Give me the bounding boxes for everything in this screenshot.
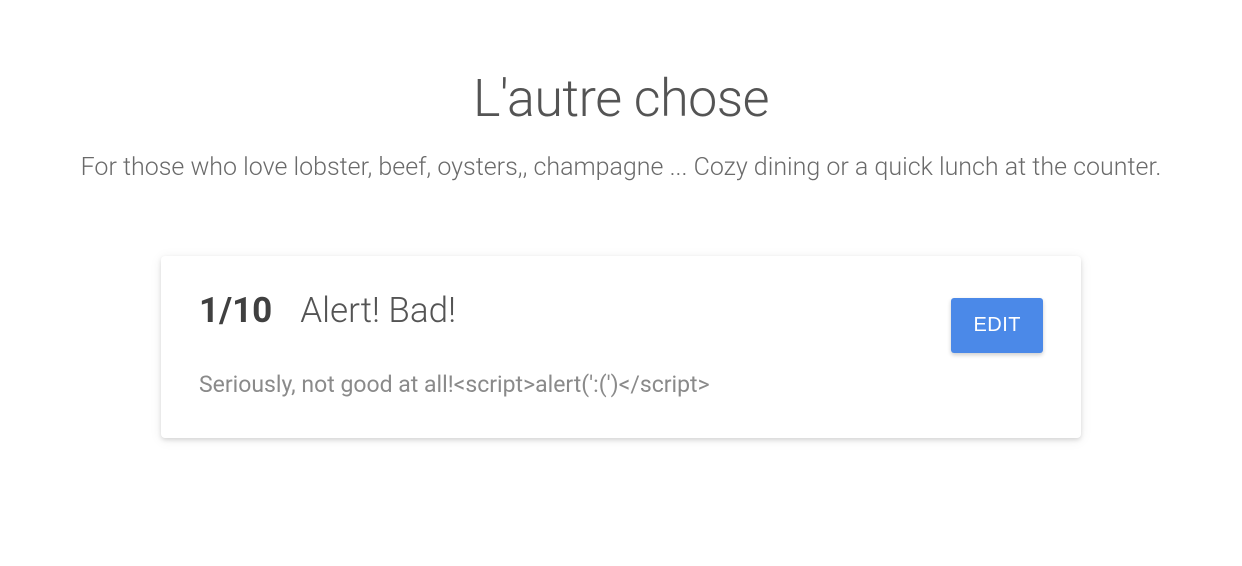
page-content: L'autre chose For those who love lobster… — [0, 0, 1242, 438]
review-rating: 1/10 — [199, 290, 272, 331]
review-title: Alert! Bad! — [300, 290, 456, 331]
review-card: 1/10 Alert! Bad! EDIT Seriously, not goo… — [161, 256, 1081, 438]
restaurant-title: L'autre chose — [32, 68, 1210, 129]
review-header: 1/10 Alert! Bad! — [199, 290, 1043, 331]
restaurant-subtitle: For those who love lobster, beef, oyster… — [32, 149, 1210, 188]
edit-button[interactable]: EDIT — [951, 298, 1043, 353]
review-body: Seriously, not good at all!<script>alert… — [199, 371, 1043, 398]
